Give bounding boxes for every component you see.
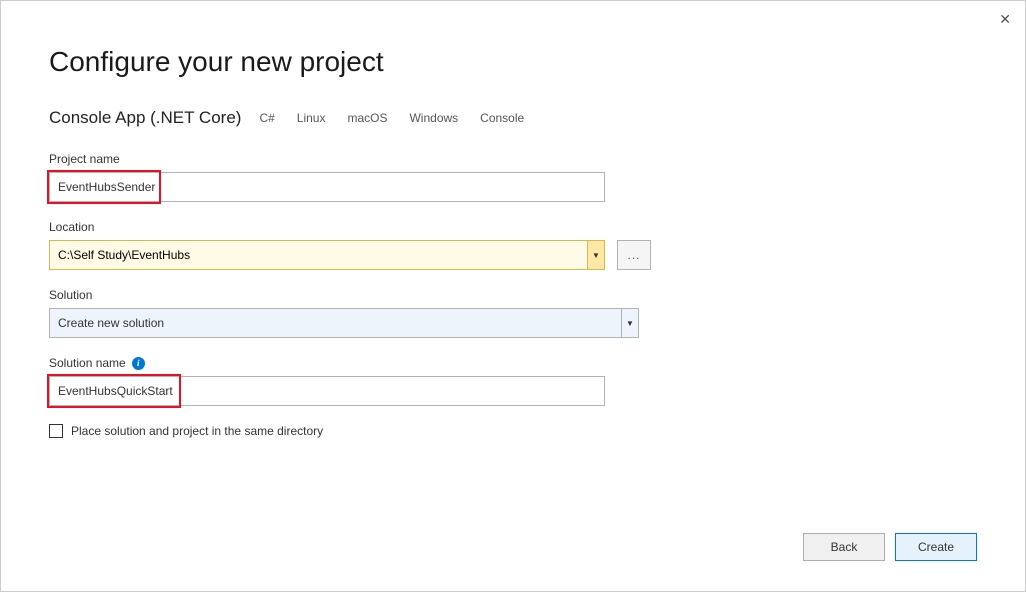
template-row: Console App (.NET Core) C# Linux macOS W… <box>49 108 977 128</box>
page-title: Configure your new project <box>49 46 977 78</box>
chevron-down-icon: ▼ <box>626 319 634 328</box>
template-tag: Linux <box>293 109 330 127</box>
project-name-label: Project name <box>49 152 977 166</box>
location-input[interactable] <box>49 240 587 270</box>
template-name: Console App (.NET Core) <box>49 108 241 128</box>
solution-name-input[interactable] <box>49 376 605 406</box>
solution-dropdown[interactable]: ▼ <box>49 308 639 338</box>
location-label: Location <box>49 220 977 234</box>
solution-name-label: Solution name <box>49 356 126 370</box>
project-name-input[interactable] <box>49 172 605 202</box>
same-directory-label: Place solution and project in the same d… <box>71 424 323 438</box>
template-tag: Console <box>476 109 528 127</box>
solution-dropdown-value[interactable] <box>49 308 621 338</box>
location-dropdown-button[interactable]: ▼ <box>587 240 605 270</box>
browse-button[interactable]: ... <box>617 240 651 270</box>
same-directory-checkbox[interactable] <box>49 424 63 438</box>
solution-dropdown-button[interactable]: ▼ <box>621 308 639 338</box>
create-button[interactable]: Create <box>895 533 977 561</box>
back-button[interactable]: Back <box>803 533 885 561</box>
solution-label: Solution <box>49 288 977 302</box>
template-tag: C# <box>255 109 278 127</box>
template-tag: Windows <box>405 109 462 127</box>
location-combo[interactable]: ▼ <box>49 240 605 270</box>
chevron-down-icon: ▼ <box>592 251 600 260</box>
template-tag: macOS <box>343 109 391 127</box>
close-button[interactable]: ✕ <box>999 11 1011 28</box>
info-icon[interactable]: i <box>132 357 145 370</box>
